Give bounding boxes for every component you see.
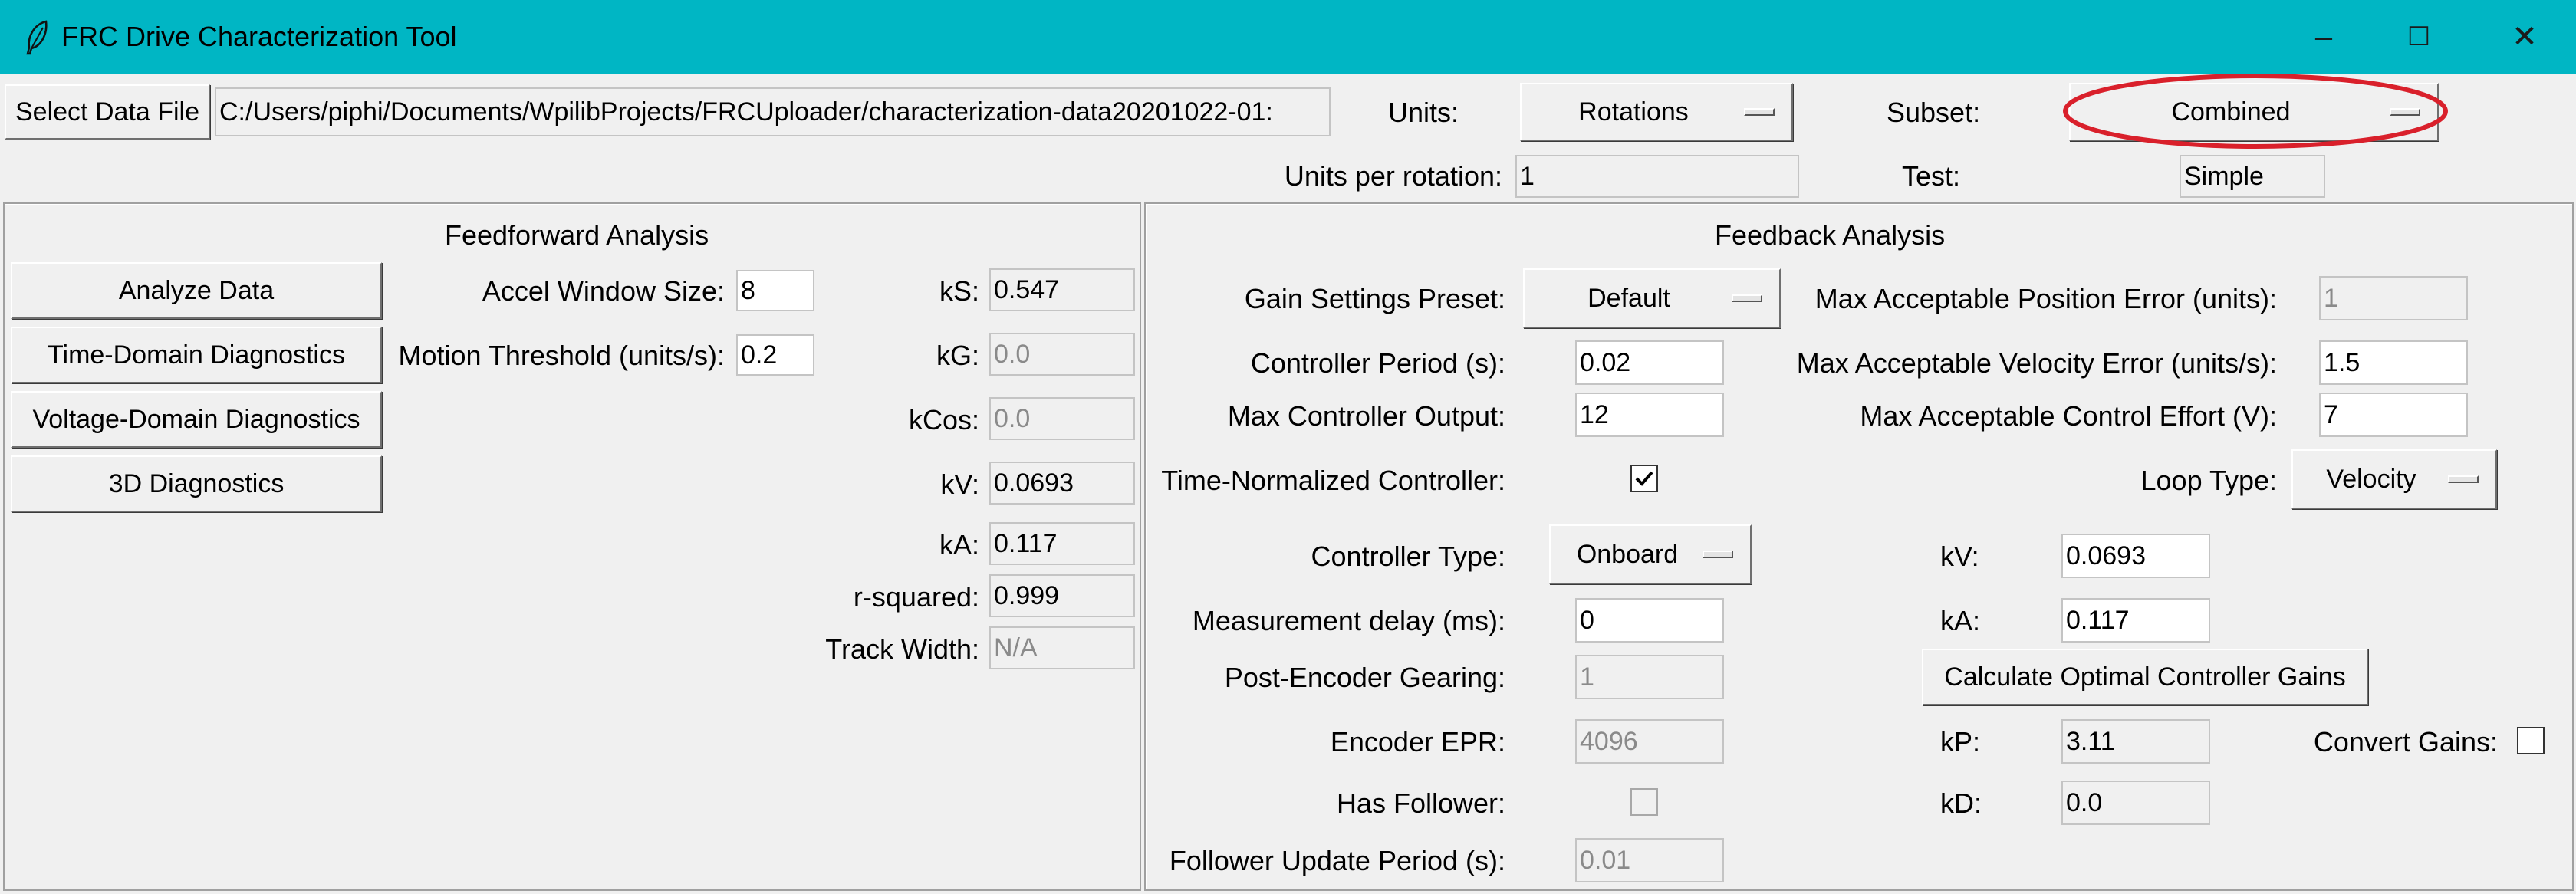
accel-window-label: Accel Window Size: [482, 275, 725, 307]
time-normalized-label: Time-Normalized Controller: [1161, 465, 1505, 496]
feedback-title: Feedback Analysis [1715, 219, 1946, 251]
gain-preset-label: Gain Settings Preset: [1244, 283, 1505, 314]
app-window: FRC Drive Characterization Tool – ☐ ✕ Se… [0, 0, 2576, 894]
encoder-epr-field[interactable]: 4096 [1575, 719, 1724, 764]
calculate-gains-button[interactable]: Calculate Optimal Controller Gains [1922, 649, 2368, 705]
measurement-delay-label: Measurement delay (ms): [1192, 605, 1505, 636]
max-control-effort-label: Max Acceptable Control Effort (V): [1860, 400, 2277, 432]
units-value: Rotations [1578, 97, 1689, 127]
dropdown-indicator-icon [2448, 475, 2479, 483]
post-encoder-field[interactable]: 1 [1575, 655, 1724, 699]
kcos-field[interactable]: 0.0 [989, 397, 1135, 440]
has-follower-checkbox[interactable] [1630, 788, 1658, 816]
test-label: Test: [1902, 160, 1961, 192]
ka-field[interactable]: 0.117 [989, 522, 1135, 565]
feedforward-title: Feedforward Analysis [445, 219, 709, 251]
feedback-kv-label: kV: [1940, 541, 1979, 572]
loop-type-label: Loop Type: [2140, 465, 2278, 496]
voltage-domain-diagnostics-button[interactable]: Voltage-Domain Diagnostics [11, 391, 382, 448]
kp-label: kP: [1940, 726, 1981, 758]
kcos-label: kCos: [908, 404, 979, 435]
follower-period-label: Follower Update Period (s): [1169, 845, 1505, 876]
ka-label: kA: [939, 529, 979, 560]
subset-label: Subset: [1887, 97, 1981, 128]
post-encoder-label: Post-Encoder Gearing: [1224, 662, 1505, 693]
measurement-delay-field[interactable]: 0 [1575, 598, 1724, 643]
convert-gains-checkbox[interactable] [2517, 727, 2545, 754]
file-path-field[interactable]: C:/Users/piphi/Documents/WpilibProjects/… [215, 87, 1331, 136]
maximize-button[interactable]: ☐ [2396, 14, 2442, 60]
controller-type-label: Controller Type: [1311, 541, 1505, 572]
kp-field[interactable]: 3.11 [2061, 719, 2210, 764]
highlight-ellipse [2063, 74, 2448, 149]
controller-type-value: Onboard [1576, 539, 1679, 569]
rsquared-label: r-squared: [853, 581, 979, 613]
max-position-error-field[interactable]: 1 [2319, 276, 2468, 320]
kd-label: kD: [1940, 787, 1982, 819]
time-domain-diagnostics-button[interactable]: Time-Domain Diagnostics [11, 327, 382, 383]
test-field[interactable]: Simple [2180, 155, 2325, 198]
max-position-error-label: Max Acceptable Position Error (units): [1814, 283, 2277, 314]
checkmark-icon [1635, 471, 1653, 486]
units-label: Units: [1388, 97, 1459, 128]
max-output-label: Max Controller Output: [1227, 400, 1505, 432]
ks-label: kS: [939, 275, 979, 307]
max-output-field[interactable]: 12 [1575, 393, 1724, 437]
units-per-rotation-field[interactable]: 1 [1515, 155, 1799, 198]
dropdown-indicator-icon [1732, 294, 1762, 302]
analyze-data-button[interactable]: Analyze Data [11, 262, 382, 319]
kg-label: kG: [936, 340, 979, 371]
dropdown-indicator-icon [1744, 108, 1775, 116]
has-follower-label: Has Follower: [1336, 787, 1505, 819]
gain-preset-value: Default [1587, 283, 1670, 313]
accel-window-field[interactable]: 8 [736, 270, 814, 311]
rsquared-field[interactable]: 0.999 [989, 574, 1135, 617]
convert-gains-label: Convert Gains: [2313, 726, 2498, 758]
controller-period-label: Controller Period (s): [1250, 347, 1505, 379]
window-title: FRC Drive Characterization Tool [61, 21, 457, 52]
title-bar[interactable]: FRC Drive Characterization Tool – ☐ ✕ [0, 0, 2576, 74]
controller-period-field[interactable]: 0.02 [1575, 340, 1724, 385]
close-icon: ✕ [2512, 20, 2538, 54]
units-per-rotation-label: Units per rotation: [1284, 160, 1502, 192]
close-button[interactable]: ✕ [2502, 14, 2548, 60]
time-normalized-checkbox[interactable] [1630, 465, 1658, 492]
3d-diagnostics-button[interactable]: 3D Diagnostics [11, 455, 382, 512]
gain-preset-dropdown[interactable]: Default [1523, 268, 1781, 328]
feedback-ka-field[interactable]: 0.117 [2061, 598, 2210, 643]
encoder-epr-label: Encoder EPR: [1330, 726, 1505, 758]
feedback-kv-field[interactable]: 0.0693 [2061, 534, 2210, 578]
feather-icon [26, 20, 48, 55]
dropdown-indicator-icon [1703, 551, 1733, 558]
max-control-effort-field[interactable]: 7 [2319, 393, 2468, 437]
track-width-label: Track Width: [825, 633, 979, 665]
kd-field[interactable]: 0.0 [2061, 781, 2210, 825]
loop-type-dropdown[interactable]: Velocity [2291, 449, 2497, 509]
minimize-icon: – [2314, 19, 2333, 54]
maximize-icon: ☐ [2407, 22, 2431, 51]
max-velocity-error-field[interactable]: 1.5 [2319, 340, 2468, 385]
controller-type-dropdown[interactable]: Onboard [1549, 524, 1752, 584]
follower-period-field[interactable]: 0.01 [1575, 838, 1724, 882]
units-dropdown[interactable]: Rotations [1520, 83, 1793, 141]
loop-type-value: Velocity [2326, 464, 2416, 494]
feedback-ka-label: kA: [1940, 605, 1981, 636]
motion-threshold-field[interactable]: 0.2 [736, 334, 814, 376]
track-width-field[interactable]: N/A [989, 626, 1135, 669]
max-velocity-error-label: Max Acceptable Velocity Error (units/s): [1796, 347, 2277, 379]
select-data-file-button[interactable]: Select Data File [5, 84, 210, 140]
kv-label: kV: [940, 468, 979, 500]
ks-field[interactable]: 0.547 [989, 268, 1135, 311]
minimize-button[interactable]: – [2301, 14, 2347, 60]
motion-threshold-label: Motion Threshold (units/s): [398, 340, 725, 371]
kv-field[interactable]: 0.0693 [989, 462, 1135, 505]
kg-field[interactable]: 0.0 [989, 333, 1135, 376]
